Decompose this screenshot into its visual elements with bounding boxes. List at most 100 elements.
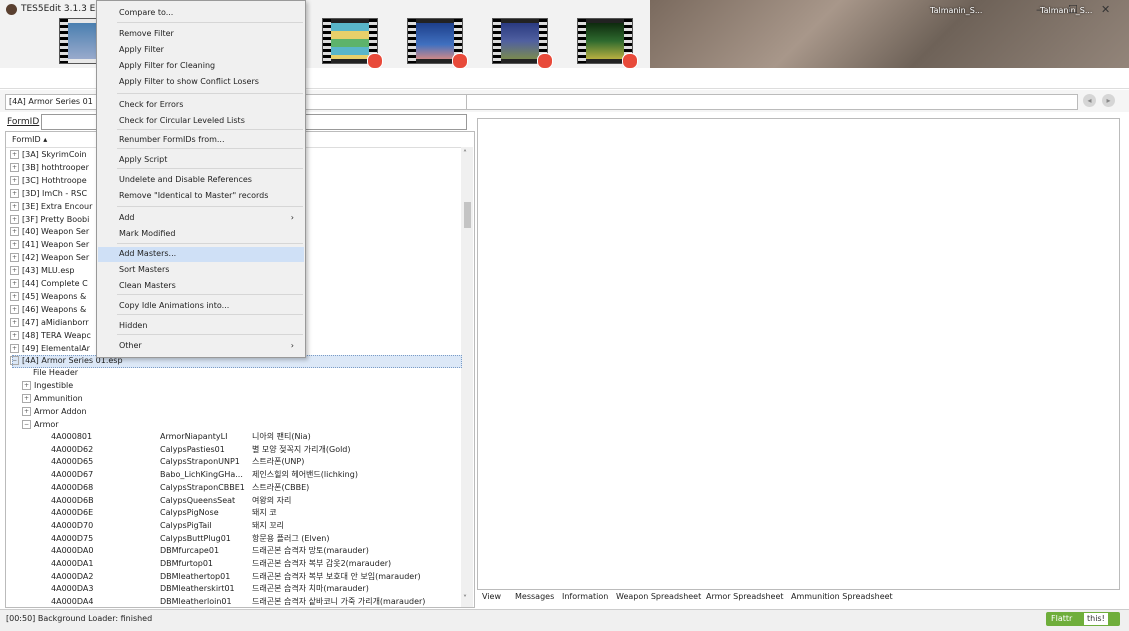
tree-plugin-row[interactable]: + [3A] SkyrimCoin	[10, 149, 87, 161]
expand-icon[interactable]: +	[10, 330, 19, 340]
tree-plugin-row[interactable]: + [3C] Hothtroope	[10, 175, 87, 187]
table-row[interactable]: 4A000DA0 DBMfurcape01 드래곤본 습격자 망토(marauder…	[6, 545, 456, 557]
menu-item-add[interactable]: Add ›	[98, 211, 304, 226]
tab-weapon-spreadsheet[interactable]: Weapon Spreadsheet	[616, 592, 701, 601]
collapse-icon[interactable]: −	[22, 419, 31, 429]
menu-item-sort-masters[interactable]: Sort Masters	[98, 263, 304, 278]
tree-group-row[interactable]: + Ingestible	[22, 380, 73, 392]
scroll-down-icon[interactable]: ˅	[463, 594, 467, 603]
table-row[interactable]: 4A000D6B CalypsQueensSeat 여왕의 자리	[6, 495, 456, 507]
menu-item-check-for-errors[interactable]: Check for Errors	[98, 98, 304, 113]
menu-item-apply-script[interactable]: Apply Script	[98, 153, 304, 168]
close-button[interactable]: ✕	[1101, 3, 1110, 16]
tree-plugin-row[interactable]: + [46] Weapons &	[10, 304, 86, 316]
tree-plugin-row[interactable]: + [40] Weapon Ser	[10, 226, 89, 238]
menu-item-clean-masters[interactable]: Clean Masters	[98, 279, 304, 294]
thumbnail-4[interactable]	[492, 18, 553, 69]
table-row[interactable]: 4A000D62 CalypsPasties01 별 모양 젖꼭지 가리개(Gold…	[6, 444, 456, 456]
tree-scrollbar-thumb[interactable]	[464, 202, 471, 228]
tree-plugin-row[interactable]: + [3D] ImCh - RSC	[10, 188, 87, 200]
tree-plugin-row[interactable]: + [49] ElementalAr	[10, 343, 90, 355]
scroll-up-icon[interactable]: ˄	[463, 149, 467, 158]
table-row[interactable]: 4A000DA4 DBMleatherloin01 드래곤본 습격자 샅바코니 가죽…	[6, 596, 456, 607]
view-panel[interactable]	[477, 118, 1120, 590]
tab-armor-spreadsheet[interactable]: Armor Spreadsheet	[706, 592, 784, 601]
tree-plugin-row[interactable]: + [45] Weapons &	[10, 291, 86, 303]
menu-item-remove-identical-to-master-records[interactable]: Remove "Identical to Master" records	[98, 189, 304, 204]
collapse-icon[interactable]: −	[10, 355, 19, 365]
record-name: 제인스힐의 헤어밴드(lichking)	[252, 470, 358, 480]
expand-icon[interactable]: +	[10, 317, 19, 327]
expand-icon[interactable]: +	[10, 175, 19, 185]
tree-group-row[interactable]: + Ammunition	[22, 393, 83, 405]
tree-plugin-row[interactable]: + [3B] hothtrooper	[10, 162, 89, 174]
tree-plugin-row[interactable]: + [3F] Pretty Boobi	[10, 214, 89, 226]
expand-icon[interactable]: +	[10, 291, 19, 301]
tab-view[interactable]: View	[482, 592, 501, 601]
table-row[interactable]: 4A000DA2 DBMleathertop01 드래곤본 습격자 복부 보호대 안…	[6, 571, 456, 583]
group-label: Ingestible	[34, 380, 74, 390]
menu-item-check-for-circular-leveled-lists[interactable]: Check for Circular Leveled Lists	[98, 114, 304, 129]
maximize-button[interactable]: ☐	[1068, 3, 1078, 16]
table-row[interactable]: 4A000DA3 DBMleatherskirt01 드래곤본 습격자 치마(mar…	[6, 583, 456, 595]
table-row[interactable]: 4A000D68 CalypsStraponCBBE1 스트라폰(CBBE)	[6, 482, 456, 494]
menu-item-add-masters[interactable]: Add Masters...	[98, 247, 304, 262]
tree-plugin-row[interactable]: + [3E] Extra Encour	[10, 201, 92, 213]
menu-item-compare-to[interactable]: Compare to...	[98, 6, 304, 21]
expand-icon[interactable]: +	[10, 279, 19, 288]
table-row[interactable]: 4A000D75 CalypsButtPlug01 항문용 플러그 (Elven)	[6, 533, 456, 545]
tree-group-row[interactable]: + Armor Addon	[22, 406, 87, 418]
tree-plugin-row[interactable]: + [44] Complete C	[10, 278, 88, 290]
expand-icon[interactable]: +	[10, 150, 19, 159]
table-row[interactable]: 4A000D65 CalypsStraponUNP1 스트라폰(UNP)	[6, 456, 456, 468]
desktop-icon-1[interactable]: Talmanin_S...	[930, 6, 982, 15]
menu-item-apply-filter-for-cleaning[interactable]: Apply Filter for Cleaning	[98, 59, 304, 74]
minimize-button[interactable]: –	[1036, 3, 1042, 16]
path-field-right[interactable]	[466, 94, 1078, 110]
menu-item-renumber-formids-from[interactable]: Renumber FormIDs from...	[98, 133, 304, 148]
expand-icon[interactable]: +	[22, 380, 31, 390]
menu-item-hidden[interactable]: Hidden	[98, 319, 304, 334]
menu-item-copy-idle-animations-into[interactable]: Copy Idle Animations into...	[98, 299, 304, 314]
expand-icon[interactable]: +	[10, 201, 19, 211]
menu-item-mark-modified[interactable]: Mark Modified	[98, 227, 304, 242]
menu-item-undelete-and-disable-references[interactable]: Undelete and Disable References	[98, 173, 304, 188]
tree-group-row[interactable]: File Header	[22, 367, 78, 379]
tab-information[interactable]: Information	[562, 592, 608, 601]
expand-icon[interactable]: +	[10, 304, 19, 314]
expand-icon[interactable]: +	[10, 214, 19, 224]
expand-icon[interactable]: +	[10, 343, 19, 353]
table-row[interactable]: 4A000D6E CalypsPigNose 돼지 코	[6, 507, 456, 519]
expand-icon[interactable]: +	[10, 253, 19, 263]
expand-icon[interactable]: +	[10, 266, 19, 276]
tree-plugin-row[interactable]: + [42] Weapon Ser	[10, 252, 89, 264]
expand-icon[interactable]: +	[10, 162, 19, 172]
thumbnail-3[interactable]	[407, 18, 468, 69]
menu-item-other[interactable]: Other ›	[98, 339, 304, 354]
forward-button[interactable]: ▸	[1102, 94, 1115, 107]
tab-ammunition-spreadsheet[interactable]: Ammunition Spreadsheet	[791, 592, 893, 601]
tree-plugin-row[interactable]: + [43] MLU.esp	[10, 265, 75, 277]
table-row[interactable]: 4A000D67 Babo_LichKingGHa... 제인스힐의 헤어밴드(li…	[6, 469, 456, 481]
thumbnail-2[interactable]	[322, 18, 383, 69]
tree-plugin-row[interactable]: + [41] Weapon Ser	[10, 239, 89, 251]
menu-item-apply-filter-to-show-conflict-losers[interactable]: Apply Filter to show Conflict Losers	[98, 75, 304, 90]
table-row[interactable]: 4A000801 ArmorNiapantyLI 니아의 팬티(Nia)	[6, 431, 456, 443]
tree-group-row[interactable]: − Armor	[22, 419, 59, 431]
menu-item-apply-filter[interactable]: Apply Filter	[98, 43, 304, 58]
table-row[interactable]: 4A000D70 CalypsPigTail 돼지 꼬리	[6, 520, 456, 532]
back-button[interactable]: ◂	[1083, 94, 1096, 107]
menu-item-remove-filter[interactable]: Remove Filter	[98, 27, 304, 42]
tree-plugin-row[interactable]: + [47] aMidianborr	[10, 317, 89, 329]
expand-icon[interactable]: +	[10, 227, 19, 237]
thumbnail-5[interactable]	[577, 18, 638, 69]
expand-icon[interactable]: +	[22, 393, 31, 403]
expand-icon[interactable]: +	[10, 240, 19, 250]
tab-messages[interactable]: Messages	[515, 592, 554, 601]
desktop-icon-2[interactable]: Talmanin_S...	[1040, 6, 1092, 15]
table-row[interactable]: 4A000DA1 DBMfurtop01 드래곤본 습격자 복부 갑옷2(marau…	[6, 558, 456, 570]
expand-icon[interactable]: +	[10, 188, 19, 198]
flattr-button[interactable]: Flattr this!	[1046, 612, 1120, 626]
tree-plugin-row[interactable]: + [48] TERA Weapc	[10, 330, 91, 342]
expand-icon[interactable]: +	[22, 406, 31, 416]
